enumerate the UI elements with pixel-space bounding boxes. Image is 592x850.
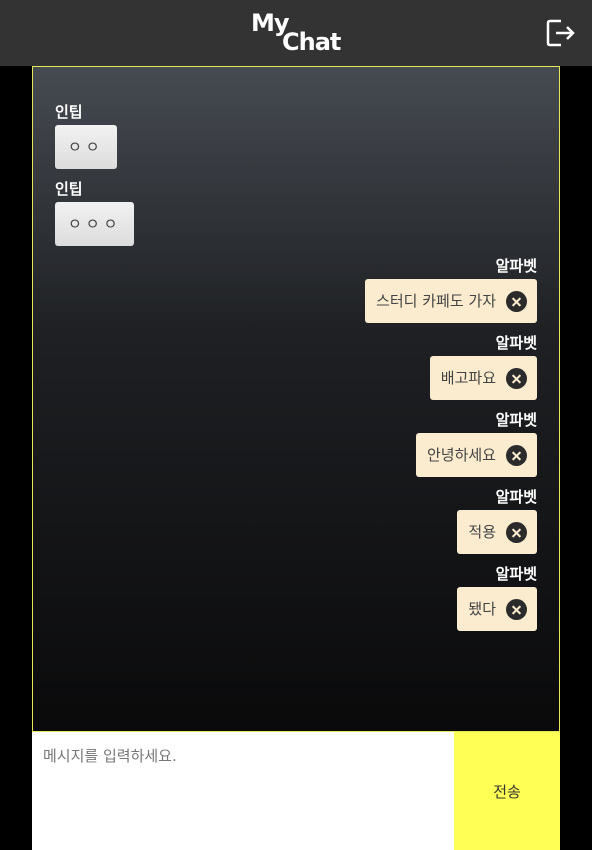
message-text: 안녕하세요 — [426, 446, 496, 464]
delete-message-icon[interactable] — [506, 444, 527, 466]
message-bubble: 배고파요 — [429, 356, 537, 400]
message-bubble: 안녕하세요 — [415, 433, 537, 477]
delete-message-icon[interactable] — [506, 367, 527, 389]
message-text: 됐다 — [468, 600, 496, 618]
message-input[interactable] — [32, 732, 454, 850]
message-bubble: 됐다 — [457, 587, 537, 631]
send-button[interactable]: 전송 — [454, 732, 560, 850]
delete-message-icon[interactable] — [506, 598, 527, 620]
message-sender: 인팁 — [55, 103, 83, 121]
app-logo: My Chat — [249, 10, 345, 56]
logout-icon — [546, 19, 575, 47]
chat-message-list[interactable]: 인팁 ㅇㅇ 인팁 ㅇㅇㅇ 알파벳 스터디 카페도 가자 알파벳 배고파요 알파벳… — [32, 66, 560, 732]
delete-message-icon[interactable] — [506, 521, 527, 543]
chat-message-mine: 알파벳 적용 — [457, 488, 537, 554]
chat-message-other: 인팁 ㅇㅇㅇ — [55, 180, 135, 246]
message-sender: 알파벳 — [495, 334, 537, 352]
logo-text-chat: Chat — [282, 28, 341, 56]
chat-message-mine: 알파벳 스터디 카페도 가자 — [365, 257, 537, 323]
message-bubble: 적용 — [457, 510, 537, 554]
chat-message-mine: 알파벳 배고파요 — [429, 334, 537, 400]
message-bubble: ㅇㅇㅇ — [55, 202, 135, 246]
message-text: 배고파요 — [440, 369, 496, 387]
chat-message-other: 인팁 ㅇㅇ — [55, 103, 117, 169]
message-sender: 알파벳 — [495, 257, 537, 275]
logout-button[interactable] — [545, 18, 577, 48]
message-bubble: 스터디 카페도 가자 — [365, 279, 537, 323]
message-sender: 알파벳 — [495, 411, 537, 429]
chat-message-mine: 알파벳 안녕하세요 — [415, 411, 537, 477]
app-header: My Chat — [0, 0, 592, 66]
message-sender: 알파벳 — [495, 488, 537, 506]
chat-message-mine: 알파벳 됐다 — [457, 565, 537, 631]
message-text: 적용 — [468, 523, 496, 541]
message-sender: 알파벳 — [495, 565, 537, 583]
message-sender: 인팁 — [55, 180, 83, 198]
message-composer: 전송 — [32, 732, 560, 850]
delete-message-icon[interactable] — [506, 290, 527, 312]
message-text: 스터디 카페도 가자 — [376, 292, 496, 310]
message-bubble: ㅇㅇ — [55, 125, 117, 169]
